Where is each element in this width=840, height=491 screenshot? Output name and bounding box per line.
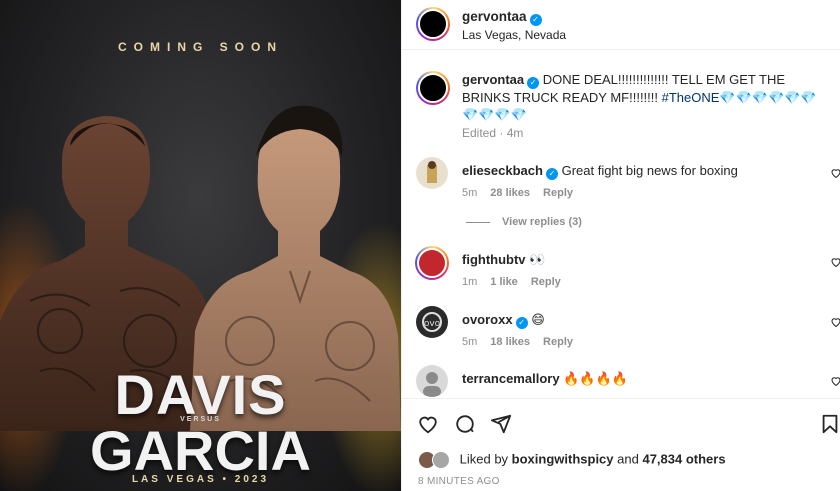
likes-suffix: and	[617, 451, 639, 467]
comment-like-heart-icon[interactable]	[830, 375, 840, 387]
comment-avatar[interactable]	[416, 157, 448, 189]
comment-username[interactable]: elieseckbach	[462, 163, 543, 178]
author-username[interactable]: gervontaa ✓	[462, 9, 542, 26]
likes-prefix: Liked by	[459, 451, 509, 467]
comment-meta: 1m 1 like Reply	[462, 276, 574, 288]
comment-time: 1m	[462, 276, 478, 288]
comment-like-heart-icon[interactable]	[830, 316, 840, 328]
comment-body: 🔥🔥🔥🔥	[563, 371, 628, 386]
comment-avatar-image	[423, 372, 441, 397]
author-avatar[interactable]	[416, 7, 450, 41]
comment-like-heart-icon[interactable]	[830, 256, 840, 268]
share-send-icon[interactable]	[490, 413, 512, 435]
verified-badge-icon: ✓	[527, 77, 540, 89]
replies-divider	[466, 221, 490, 223]
verified-badge-icon: ✓	[515, 317, 528, 329]
save-bookmark-icon[interactable]	[819, 413, 840, 435]
comment-body: 👀	[529, 252, 546, 267]
verified-badge-icon: ✓	[529, 14, 542, 26]
comment-time: 5m	[462, 336, 478, 348]
comment-likes[interactable]: 1 like	[490, 276, 518, 288]
caption-edited: Edited	[462, 126, 497, 140]
comment-text: fighthubtv 👀	[462, 252, 545, 268]
comment-likes[interactable]: 28 likes	[490, 187, 530, 199]
comment-username[interactable]: fighthubtv	[462, 252, 526, 267]
view-replies-label[interactable]: View replies (3)	[502, 216, 582, 228]
comment-avatar[interactable]	[415, 246, 449, 280]
caption-username[interactable]: gervontaa	[462, 72, 524, 87]
post-time-ago[interactable]: 8 MINUTES AGO	[418, 476, 500, 487]
likes-summary: Liked by boxingwithspicy and 47,834 othe…	[418, 451, 726, 469]
comment-meta: 5m 18 likes Reply	[462, 336, 586, 348]
post-header: gervontaa ✓ Las Vegas, Nevada	[402, 0, 840, 50]
likes-user[interactable]: boxingwithspicy	[512, 451, 614, 466]
caption-text: gervontaa ✓ DONE DEAL!!!!!!!!!!!!!! TELL …	[462, 71, 832, 123]
poster-footer: LAS VEGAS • 2023	[131, 474, 270, 485]
comment-body: 😄	[531, 312, 545, 327]
comment-reply-button[interactable]: Reply	[543, 336, 573, 348]
view-replies-button[interactable]: View replies (3)	[466, 216, 582, 228]
comment-avatar[interactable]: ovo	[416, 306, 448, 338]
comment-username[interactable]: ovoroxx	[462, 312, 513, 327]
comment-meta: 5m 28 likes Reply	[462, 187, 586, 199]
author-username-text[interactable]: gervontaa	[462, 9, 527, 24]
comment-likes[interactable]: 18 likes	[490, 336, 530, 348]
caption-hashtag[interactable]: #TheONE	[662, 90, 720, 105]
comment-reply-button[interactable]: Reply	[543, 187, 573, 199]
caption-avatar[interactable]	[416, 71, 450, 105]
comment-username[interactable]: terrancemallory	[462, 371, 560, 386]
poster-coming-soon: COMING SOON	[117, 40, 283, 54]
caption-time: 4m	[506, 126, 524, 140]
comment-reply-button[interactable]: Reply	[531, 276, 561, 288]
comment-avatar-image	[427, 161, 437, 183]
comment-text: elieseckbach ✓ Great fight big news for b…	[462, 163, 738, 180]
comment-bubble-icon[interactable]	[454, 413, 476, 435]
comment-like-heart-icon[interactable]	[830, 167, 840, 179]
comment-avatar[interactable]	[416, 365, 448, 397]
comment-body: Great fight big news for boxing	[561, 163, 738, 178]
likes-others[interactable]: 47,834 others	[642, 451, 725, 466]
verified-badge-icon: ✓	[545, 168, 558, 180]
post-location[interactable]: Las Vegas, Nevada	[462, 28, 566, 42]
comment-text: terrancemallory 🔥🔥🔥🔥	[462, 371, 628, 387]
comment-avatar-image: ovo	[422, 312, 442, 332]
post-actions: Liked by boxingwithspicy and 47,834 othe…	[402, 398, 840, 491]
comment-time: 5m	[462, 187, 478, 199]
post-detail-panel: gervontaa ✓ Las Vegas, Nevada gervontaa ✓ …	[401, 0, 840, 491]
caption-meta: Edited · 4m	[462, 126, 524, 140]
comment-text: ovoroxx ✓ 😄	[462, 312, 545, 329]
svg-text:ovo: ovo	[424, 319, 441, 329]
like-heart-icon[interactable]	[417, 413, 439, 435]
liker-avatars[interactable]	[418, 451, 452, 469]
post-image[interactable]: COMING SOON DAVIS VERSUS GARCIA LAS VEGA…	[0, 0, 401, 491]
